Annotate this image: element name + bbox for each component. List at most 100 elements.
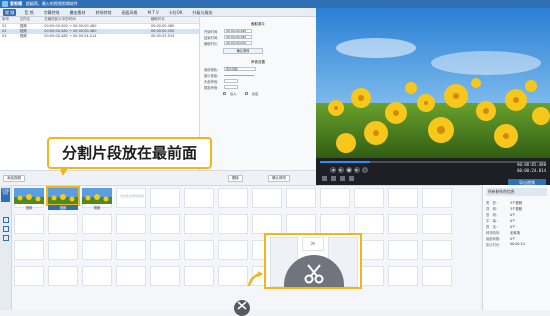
timeline-slot[interactable] (14, 240, 44, 260)
head-sound-input[interactable] (224, 78, 238, 84)
timeline-slot[interactable] (388, 214, 418, 234)
timeline-slot[interactable] (320, 214, 350, 234)
timeline-slot[interactable] (150, 240, 180, 260)
pointer-arrow-icon (247, 270, 265, 288)
timeline-clip-thumbnail[interactable] (14, 188, 44, 204)
timeline-slot[interactable] (14, 214, 44, 234)
start-time-input[interactable]: 00:00:00.480 (224, 28, 252, 34)
timeline-clip-thumbnail[interactable] (46, 186, 80, 206)
duration-input[interactable]: 00:00:00.000 (224, 40, 252, 46)
info-key: 视 频： (486, 206, 500, 211)
move-forward-icon[interactable]: » (302, 237, 324, 251)
scissors-icon[interactable] (303, 263, 325, 285)
timeline-slot[interactable] (218, 214, 248, 234)
tab-5[interactable]: 画面风格 (120, 9, 140, 16)
tab-3[interactable]: 叠加素材 (68, 9, 88, 16)
next-frame-icon[interactable]: ▶ (354, 167, 360, 173)
timeline-slot[interactable] (116, 188, 146, 208)
prev-frame-icon[interactable]: ◀ (330, 167, 336, 173)
timeline-slot[interactable] (422, 188, 452, 208)
info-row: 影片时长： 00:00:24 (486, 241, 547, 247)
timeline-slot[interactable] (218, 188, 248, 208)
timeline-slot[interactable] (116, 214, 146, 234)
timeline-slot[interactable] (286, 214, 316, 234)
timeline-slot[interactable] (218, 266, 248, 286)
timeline-slot[interactable] (82, 266, 112, 286)
timeline-slot[interactable] (14, 266, 44, 286)
timeline-slot[interactable] (354, 214, 384, 234)
timeline-slot[interactable] (150, 188, 180, 208)
flower-field-image (316, 8, 550, 158)
timeline-slot[interactable] (388, 188, 418, 208)
snapshot-icon[interactable] (322, 176, 327, 181)
tail-sound-label: 尾部声音： (204, 85, 221, 90)
timeline-slot[interactable] (252, 188, 282, 208)
end-time-input[interactable]: 00:00:00.480 (224, 34, 252, 40)
info-value: 0个 (510, 224, 516, 229)
settings-icon[interactable] (340, 176, 345, 181)
timeline-slot[interactable] (286, 188, 316, 208)
timeline-slot[interactable] (184, 266, 214, 286)
add-video-hint[interactable]: 双击此处添加视频 (117, 194, 147, 198)
fullscreen-icon[interactable]: ▢ (362, 167, 368, 173)
timeline-scissors-icon[interactable] (234, 300, 250, 316)
timeline-slot[interactable] (388, 266, 418, 286)
timeline-slot[interactable] (48, 266, 78, 286)
progress-track[interactable] (320, 161, 546, 163)
fade-out-label: 淡出 (251, 91, 259, 96)
track-icon-3[interactable] (3, 235, 9, 241)
folder-icon[interactable] (331, 176, 336, 181)
timeline-slot[interactable] (116, 240, 146, 260)
tab-7[interactable]: 卡拉OK (167, 9, 185, 16)
table-row[interactable]: 03 视频 00:00:00.480 → 00:00:24.014 00:00:23.… (0, 34, 199, 39)
title-bar: 爱剪辑 超级简，最火的视频剪辑软件 (0, 0, 550, 8)
timeline-slot[interactable] (82, 240, 112, 260)
volume-icon[interactable] (349, 176, 354, 181)
confirm-cut-button[interactable]: 确认修改 (223, 48, 263, 54)
sound-section-title: 声音设置 (251, 60, 265, 64)
info-value: 3个视频 (510, 206, 522, 211)
fade-out-checkbox[interactable] (244, 91, 248, 95)
timeline-slot[interactable] (184, 240, 214, 260)
timeline-slot[interactable] (48, 240, 78, 260)
timeline-slot[interactable] (252, 214, 282, 234)
timeline-slot[interactable] (218, 240, 248, 260)
timeline-slot[interactable] (82, 214, 112, 234)
callout-box: 分割片段放在最前面 (47, 137, 212, 174)
timeline-slot[interactable] (422, 240, 452, 260)
tab-8[interactable]: 升级与服务 (191, 9, 215, 16)
timeline-slot[interactable] (48, 214, 78, 234)
track-icon-2[interactable] (3, 226, 9, 232)
timeline-slot[interactable] (388, 240, 418, 260)
callout-text: 分割片段放在最前面 (61, 144, 197, 162)
timeline-slot[interactable] (150, 266, 180, 286)
confirm-modify-button[interactable]: 确认修改 (268, 175, 290, 182)
timeline-clip-thumbnail[interactable] (82, 188, 112, 204)
volume-slider[interactable] (224, 74, 254, 76)
add-video-button[interactable]: 添加视频 (3, 175, 25, 182)
tab-0[interactable]: 视 频 (3, 8, 17, 16)
timeline-slot[interactable] (150, 214, 180, 234)
timeline-slot[interactable] (184, 214, 214, 234)
stop-icon[interactable]: ■ (346, 167, 352, 173)
added-clips-tab[interactable]: 已添加片段 (1, 188, 10, 202)
audio-track-select[interactable]: 原片音轨 (224, 66, 256, 72)
fade-in-checkbox[interactable] (223, 91, 226, 95)
tab-6[interactable]: M T V (146, 9, 161, 16)
timeline-slot[interactable] (184, 188, 214, 208)
tab-1[interactable]: 音 频 (22, 9, 35, 16)
timeline-slot[interactable] (422, 266, 452, 286)
play-icon[interactable]: ▶ (338, 167, 344, 173)
tail-sound-input[interactable] (224, 84, 238, 90)
tab-2[interactable]: 字幕特效 (42, 9, 62, 16)
timeline-slot[interactable] (422, 214, 452, 234)
info-value: 0个 (510, 236, 516, 241)
tab-4[interactable]: 转场特效 (94, 9, 114, 16)
delete-button[interactable]: 删除 (228, 175, 243, 182)
timeline-slot[interactable] (354, 188, 384, 208)
clip-label: 视频 (93, 206, 101, 210)
info-value: 无转场 (510, 230, 520, 235)
timeline-slot[interactable] (116, 266, 146, 286)
timeline-slot[interactable] (320, 188, 350, 208)
track-icon-1[interactable] (3, 217, 9, 223)
